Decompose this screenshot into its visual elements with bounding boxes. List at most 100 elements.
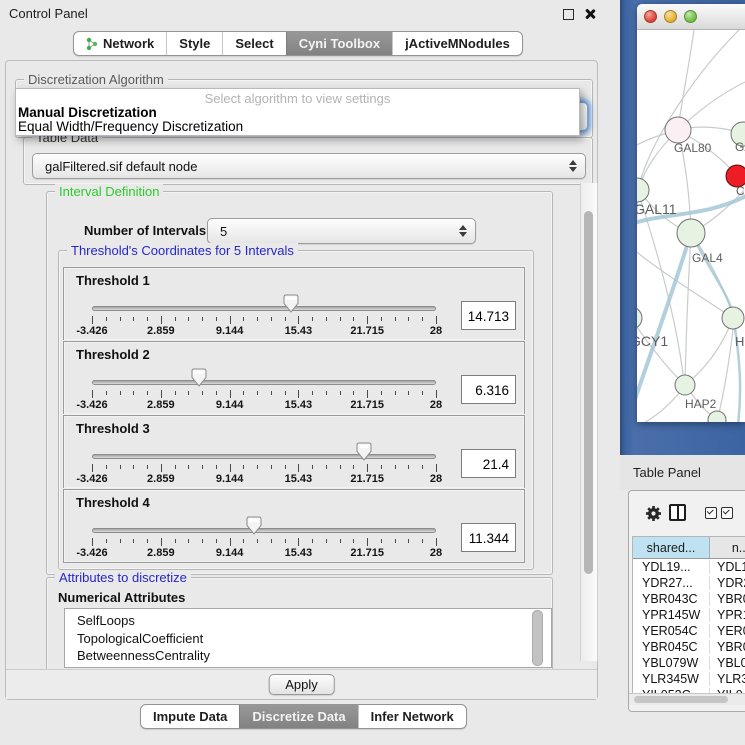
network-node-gal11[interactable] bbox=[637, 178, 649, 202]
minimize-traffic-light-icon[interactable] bbox=[664, 10, 677, 23]
network-edge[interactable] bbox=[692, 235, 733, 314]
table-row[interactable]: YLR345WYLR3 bbox=[633, 671, 745, 687]
column-header-shared-name[interactable]: shared... bbox=[633, 537, 710, 559]
list-scrollbar-thumb[interactable] bbox=[532, 610, 543, 666]
table-row[interactable]: YDR27...YDR2 bbox=[633, 575, 745, 591]
table-row[interactable]: YER054CYER0 bbox=[633, 623, 745, 639]
network-node-hap2[interactable] bbox=[675, 375, 695, 395]
table-panel: shared... n... YDL19...YDL1YDR27...YDR2Y… bbox=[628, 490, 745, 712]
node-label: H bbox=[735, 334, 744, 349]
network-edge[interactable] bbox=[688, 320, 732, 382]
close-icon[interactable] bbox=[584, 8, 596, 20]
tab-discretize-data[interactable]: Discretize Data bbox=[239, 705, 357, 728]
tick-mark bbox=[133, 391, 134, 395]
tick-mark bbox=[188, 317, 189, 321]
tab-jactivemnodules[interactable]: jActiveMNodules bbox=[392, 32, 522, 55]
network-node-gal4[interactable] bbox=[677, 219, 705, 247]
tick-mark bbox=[422, 391, 423, 395]
table-row[interactable]: YBL079WYBL0 bbox=[633, 655, 745, 671]
table-data-combobox[interactable]: galFiltered.sif default node bbox=[32, 153, 586, 179]
table-row[interactable]: YDL19...YDL1 bbox=[633, 559, 745, 575]
tick-mark bbox=[216, 391, 217, 395]
network-edge[interactable] bbox=[678, 30, 694, 129]
threshold-slider[interactable]: -3.4262.8599.14415.4321.71528 bbox=[92, 416, 436, 488]
numerical-attributes-list[interactable]: SelfLoopsTopologicalCoefficientBetweenne… bbox=[64, 608, 552, 668]
network-canvas[interactable]: GAL80GACGAL11GAL4GCY1HHAP2 bbox=[637, 30, 745, 422]
table-horizontal-scrollbar-thumb[interactable] bbox=[634, 696, 728, 703]
tab-infer-network[interactable]: Infer Network bbox=[358, 705, 466, 728]
slider-track[interactable] bbox=[92, 528, 436, 533]
tick-mark bbox=[120, 539, 121, 543]
tab-select[interactable]: Select bbox=[222, 32, 285, 55]
tick-mark bbox=[147, 539, 148, 543]
column-header-name[interactable]: n... bbox=[710, 537, 745, 559]
close-traffic-light-icon[interactable] bbox=[644, 10, 657, 23]
network-node-gcy1[interactable] bbox=[637, 307, 642, 329]
threshold-value-field[interactable]: 11.344 bbox=[461, 523, 516, 552]
threshold-slider[interactable]: -3.4262.8599.14415.4321.71528 bbox=[92, 268, 436, 340]
network-edge[interactable] bbox=[638, 30, 739, 188]
tab-cyni-toolbox[interactable]: Cyni Toolbox bbox=[286, 32, 392, 55]
network-icon bbox=[86, 37, 98, 51]
threshold-value-field[interactable]: 21.4 bbox=[461, 449, 516, 478]
network-window[interactable]: GAL80GACGAL11GAL4GCY1HHAP2 bbox=[637, 4, 745, 422]
tick-label: 28 bbox=[430, 473, 442, 485]
tick-mark bbox=[147, 391, 148, 395]
slider-thumb-icon[interactable] bbox=[191, 368, 207, 387]
tick-mark bbox=[243, 317, 244, 321]
tick-mark bbox=[381, 465, 382, 469]
slider-track[interactable] bbox=[92, 454, 436, 459]
tick-mark bbox=[422, 465, 423, 469]
slider-track[interactable] bbox=[92, 306, 436, 311]
tick-mark bbox=[436, 464, 437, 472]
menu-item-equal-width-frequency[interactable]: Equal Width/Frequency Discretization bbox=[18, 119, 243, 134]
threshold-value-field[interactable]: 6.316 bbox=[461, 375, 516, 404]
vertical-scrollbar[interactable] bbox=[580, 183, 598, 661]
float-window-icon[interactable] bbox=[563, 9, 574, 20]
tick-mark bbox=[298, 464, 299, 472]
network-node-h[interactable] bbox=[722, 307, 744, 329]
tab-network[interactable]: Network bbox=[74, 32, 166, 55]
tab-style[interactable]: Style bbox=[166, 32, 222, 55]
tick-mark bbox=[298, 316, 299, 324]
tick-mark bbox=[106, 539, 107, 543]
attribute-item[interactable]: BetweennessCentrality bbox=[65, 647, 551, 665]
zoom-traffic-light-icon[interactable] bbox=[684, 10, 697, 23]
attribute-item[interactable]: TopologicalCoefficient bbox=[65, 630, 551, 648]
threshold-slider[interactable]: -3.4262.8599.14415.4321.71528 bbox=[92, 342, 436, 414]
menu-item-manual-discretization[interactable]: Manual Discretization bbox=[18, 105, 157, 120]
threshold-slider[interactable]: -3.4262.8599.14415.4321.71528 bbox=[92, 490, 436, 562]
tick-mark bbox=[161, 390, 162, 398]
table-row[interactable]: YPR145WYPR1 bbox=[633, 607, 745, 623]
tick-mark bbox=[216, 465, 217, 469]
apply-button[interactable]: Apply bbox=[268, 674, 335, 695]
vertical-scrollbar-thumb[interactable] bbox=[584, 211, 593, 574]
cyni-toolbox-panel: Discretization Algorithm Select algorith… bbox=[5, 60, 598, 700]
tab-impute-data[interactable]: Impute Data bbox=[141, 705, 239, 728]
gear-icon[interactable] bbox=[644, 504, 663, 523]
number-of-intervals-value: 5 bbox=[220, 219, 227, 243]
checkbox-icon[interactable] bbox=[705, 507, 717, 519]
table-row[interactable]: YBR045CYBR0 bbox=[633, 639, 745, 655]
tick-label: -3.426 bbox=[76, 547, 107, 559]
table-horizontal-scrollbar[interactable] bbox=[629, 693, 745, 705]
node-table: shared... n... YDL19...YDL1YDR27...YDR2Y… bbox=[632, 536, 745, 696]
tick-mark bbox=[285, 317, 286, 321]
network-node[interactable] bbox=[708, 411, 726, 422]
threshold-panel: Threshold 3 -3.4262.8599.14415.4321.7152… bbox=[63, 415, 525, 489]
checkbox-icon[interactable] bbox=[721, 507, 733, 519]
tick-mark bbox=[161, 538, 162, 546]
attribute-item[interactable]: SelfLoops bbox=[65, 609, 551, 630]
tab-select-label: Select bbox=[235, 32, 273, 55]
slider-thumb-icon[interactable] bbox=[246, 516, 262, 535]
slider-thumb-icon[interactable] bbox=[356, 442, 372, 461]
split-columns-icon[interactable] bbox=[669, 504, 686, 521]
table-row[interactable]: YBR043CYBR0 bbox=[633, 591, 745, 607]
thresholds-group-label: Threshold's Coordinates for 5 Intervals bbox=[67, 243, 298, 258]
spinner-arrows-icon bbox=[459, 225, 467, 237]
threshold-value-field[interactable]: 14.713 bbox=[461, 301, 516, 330]
slider-track[interactable] bbox=[92, 380, 436, 385]
network-node-gal80[interactable] bbox=[665, 117, 691, 143]
slider-thumb-icon[interactable] bbox=[283, 294, 299, 313]
number-of-intervals-combobox[interactable]: 5 bbox=[207, 218, 476, 244]
